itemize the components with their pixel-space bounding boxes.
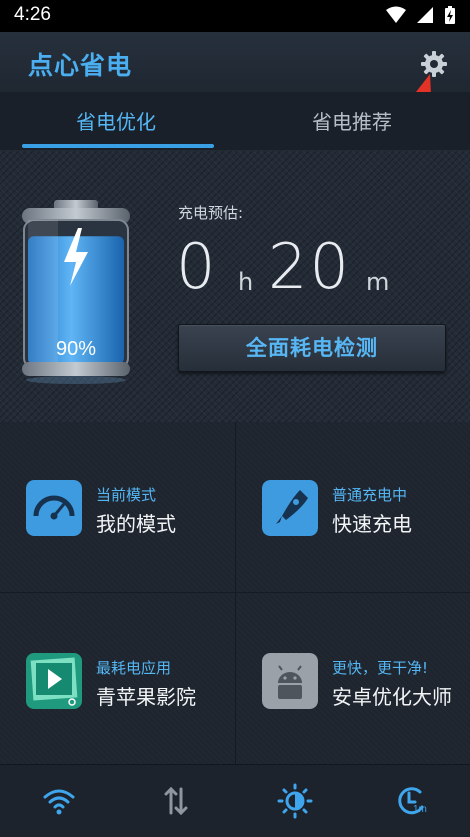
top-drain-app-tile[interactable]: 最耗电应用 青苹果影院 xyxy=(0,593,234,763)
charging-status-label: 普通充电中 xyxy=(332,486,408,504)
current-mode-tile[interactable]: 当前模式 我的模式 xyxy=(0,422,234,592)
data-transfer-icon[interactable] xyxy=(158,783,194,819)
settings-gear-icon[interactable] xyxy=(420,50,448,78)
fast-charge-label: 快速充电 xyxy=(332,512,412,536)
status-time: 4:26 xyxy=(14,4,51,25)
speedometer-icon xyxy=(26,480,82,536)
tab-bar: 省电优化 省电推荐 xyxy=(0,92,470,151)
battery-panel: 90% 充电预估: 0 h 20 m 全面耗电检测 xyxy=(0,150,470,423)
fast-charge-tile[interactable]: 普通充电中 快速充电 xyxy=(236,422,470,592)
rocket-icon xyxy=(262,480,318,536)
status-icons xyxy=(386,5,456,25)
current-mode-label: 当前模式 xyxy=(96,486,157,504)
status-bar: 4:26 xyxy=(0,0,470,32)
android-icon xyxy=(262,653,318,709)
hours-unit: h xyxy=(238,268,254,296)
battery-graphic: 90% xyxy=(20,200,132,385)
screen-timeout-button[interactable]: 1m xyxy=(394,783,430,819)
feature-grid: 当前模式 我的模式 普通充电中 快速充电 最耗电应用 青苹果影院 更快，更干净!… xyxy=(0,422,470,764)
battery-charging-icon xyxy=(445,6,455,24)
battery-percentage: 90% xyxy=(55,338,97,360)
top-drain-app-label: 最耗电应用 xyxy=(96,659,172,677)
current-mode-value: 我的模式 xyxy=(96,512,176,536)
app-title: 点心省电 xyxy=(28,51,133,80)
video-player-icon xyxy=(26,653,82,709)
hours-value: 0 xyxy=(176,230,218,303)
top-drain-app-name: 青苹果影院 xyxy=(96,685,196,709)
active-tab-indicator xyxy=(22,144,214,148)
tab-power-recommend[interactable]: 省电推荐 xyxy=(312,106,392,135)
wifi-signal-icon xyxy=(386,6,406,23)
cell-signal-icon xyxy=(417,7,433,23)
full-power-check-button[interactable]: 全面耗电检测 xyxy=(178,324,446,372)
app-header: 点心省电 xyxy=(0,32,470,92)
android-optimizer-tile[interactable]: 更快，更干净! 安卓优化大师 xyxy=(236,593,470,763)
charge-estimate-label: 充电预估: xyxy=(178,204,244,222)
wifi-icon[interactable] xyxy=(41,783,77,819)
tab-power-optimize[interactable]: 省电优化 xyxy=(76,106,156,135)
brightness-icon[interactable] xyxy=(277,783,313,819)
minutes-unit: m xyxy=(366,268,390,296)
bottom-toggle-bar: 1m xyxy=(0,764,470,837)
minutes-value: 20 xyxy=(268,230,351,303)
optimizer-name: 安卓优化大师 xyxy=(332,685,452,709)
optimizer-tagline: 更快，更干净! xyxy=(332,659,429,677)
timeout-value: 1m xyxy=(413,804,427,815)
